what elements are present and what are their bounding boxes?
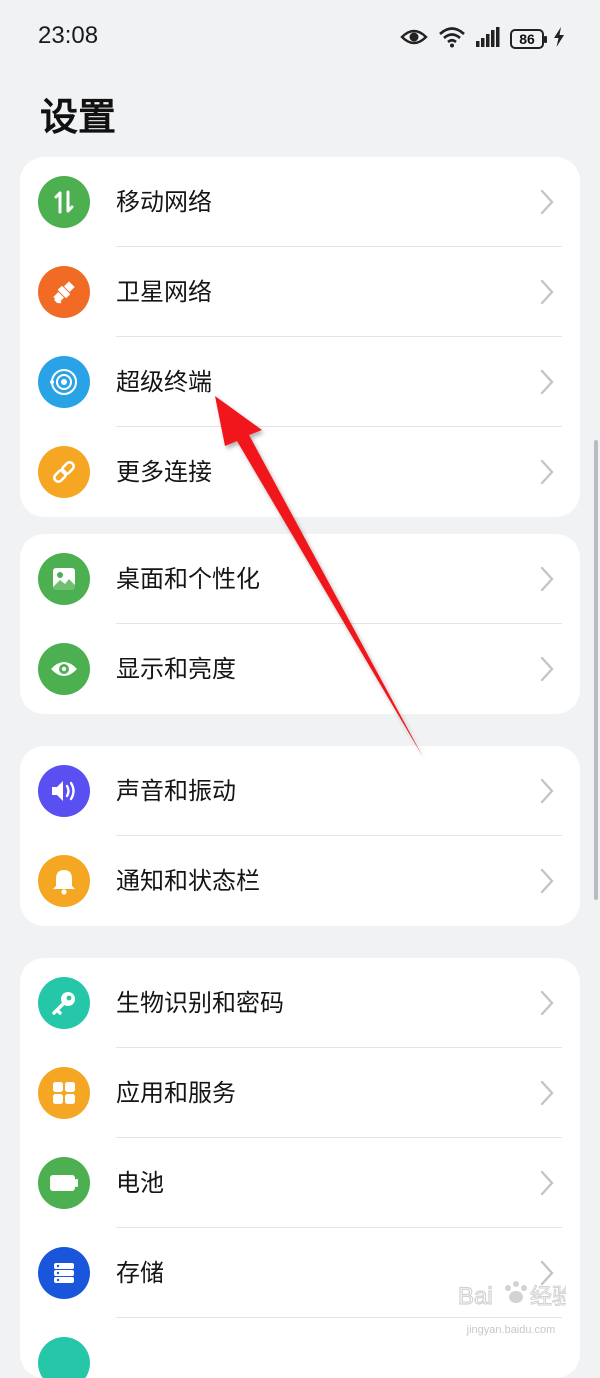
key-icon bbox=[38, 977, 90, 1029]
charging-icon bbox=[554, 27, 564, 51]
settings-item-super-device[interactable]: 超级终端 bbox=[20, 337, 580, 427]
settings-item-notifications-status-bar[interactable]: 通知和状态栏 bbox=[20, 836, 580, 926]
watermark-url: jingyan.baidu.com bbox=[466, 1324, 556, 1336]
settings-item-label: 通知和状态栏 bbox=[116, 867, 260, 895]
speaker-icon bbox=[38, 765, 90, 817]
baidu-jingyan-logo: Bai 经验 bbox=[457, 1281, 575, 1311]
settings-item-satellite-network[interactable]: 卫星网络 bbox=[20, 247, 580, 337]
chevron-right-icon bbox=[540, 459, 554, 485]
svg-text:经验: 经验 bbox=[530, 1285, 566, 1310]
chevron-right-icon bbox=[540, 189, 554, 215]
settings-item-mobile-network[interactable]: 移动网络 bbox=[20, 157, 580, 247]
battery-level: 86 bbox=[519, 31, 535, 47]
chevron-right-icon bbox=[540, 1170, 554, 1196]
settings-item-label: 超级终端 bbox=[116, 368, 212, 396]
settings-item-battery[interactable]: 电池 bbox=[20, 1138, 580, 1228]
apps-icon bbox=[38, 1067, 90, 1119]
settings-item-home-personalization[interactable]: 桌面和个性化 bbox=[20, 534, 580, 624]
settings-item-sound-vibration[interactable]: 声音和振动 bbox=[20, 746, 580, 836]
settings-item-label: 卫星网络 bbox=[116, 278, 212, 306]
chevron-right-icon bbox=[540, 566, 554, 592]
svg-text:Bai: Bai bbox=[458, 1283, 493, 1310]
settings-item-display-brightness[interactable]: 显示和亮度 bbox=[20, 624, 580, 714]
settings-item-label: 应用和服务 bbox=[116, 1079, 236, 1107]
battery-indicator: 86 bbox=[510, 29, 547, 49]
settings-item-apps-services[interactable]: 应用和服务 bbox=[20, 1048, 580, 1138]
wifi-icon bbox=[438, 26, 466, 52]
security-icon bbox=[38, 1337, 90, 1378]
storage-icon bbox=[38, 1247, 90, 1299]
settings-item-label: 生物识别和密码 bbox=[116, 989, 284, 1017]
settings-item-label: 电池 bbox=[116, 1169, 164, 1197]
chevron-right-icon bbox=[540, 990, 554, 1016]
settings-item-biometrics-password[interactable]: 生物识别和密码 bbox=[20, 958, 580, 1048]
chevron-right-icon bbox=[540, 369, 554, 395]
satellite-icon bbox=[38, 266, 90, 318]
chevron-right-icon bbox=[540, 778, 554, 804]
chevron-right-icon bbox=[540, 279, 554, 305]
settings-item-label: 声音和振动 bbox=[116, 777, 236, 805]
eye-comfort-icon bbox=[400, 27, 428, 51]
settings-item-label: 移动网络 bbox=[116, 188, 212, 216]
chevron-right-icon bbox=[540, 1080, 554, 1106]
chevron-right-icon bbox=[540, 656, 554, 682]
mobile-network-icon bbox=[38, 176, 90, 228]
settings-item-label: 桌面和个性化 bbox=[116, 565, 260, 593]
battery-nub bbox=[544, 36, 547, 43]
signal-icon bbox=[476, 27, 500, 51]
settings-group-connectivity: 移动网络 卫星网络 超级终端 更多连接 bbox=[20, 157, 580, 517]
link-icon bbox=[38, 446, 90, 498]
super-device-icon bbox=[38, 356, 90, 408]
watermark: Bai 经验 jingyan.baidu.com bbox=[456, 1272, 575, 1336]
scrollbar[interactable] bbox=[594, 440, 598, 900]
page-title: 设置 bbox=[40, 95, 117, 139]
chevron-right-icon bbox=[540, 868, 554, 894]
settings-item-label: 更多连接 bbox=[116, 458, 212, 486]
bell-icon bbox=[38, 855, 90, 907]
settings-group-sound-notifications: 声音和振动 通知和状态栏 bbox=[20, 746, 580, 926]
status-icons: 86 bbox=[400, 24, 564, 54]
settings-item-label: 显示和亮度 bbox=[116, 655, 236, 683]
status-time: 23:08 bbox=[38, 22, 99, 49]
eye-icon bbox=[38, 643, 90, 695]
battery-icon bbox=[38, 1157, 90, 1209]
status-bar: 23:08 86 bbox=[0, 0, 600, 76]
settings-group-display: 桌面和个性化 显示和亮度 bbox=[20, 534, 580, 714]
settings-item-label: 存储 bbox=[116, 1259, 164, 1287]
settings-item-more-connections[interactable]: 更多连接 bbox=[20, 427, 580, 517]
wallpaper-icon bbox=[38, 553, 90, 605]
